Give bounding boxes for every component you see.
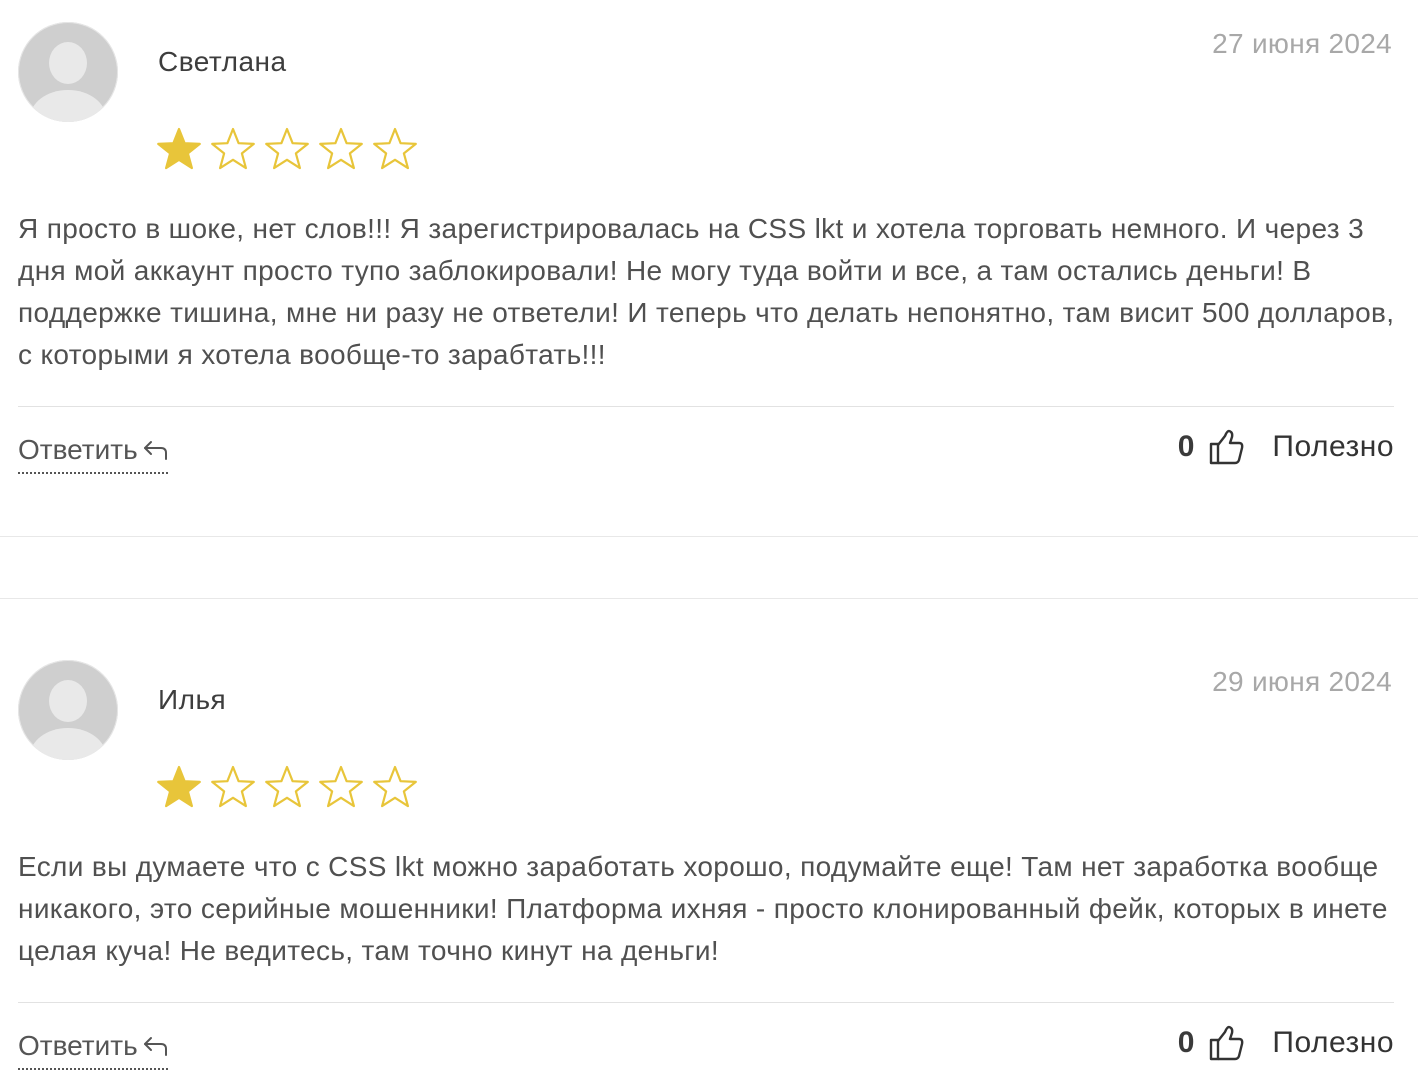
helpful-count: 0 (1177, 1026, 1195, 1059)
star-empty-icon (373, 127, 417, 170)
star-empty-icon (319, 765, 363, 808)
star-empty-icon (211, 127, 255, 170)
star-empty-icon (373, 765, 417, 808)
avatar (18, 22, 118, 122)
review-text: Если вы думаете что с CSS lkt можно зара… (18, 851, 1388, 966)
helpful-button[interactable]: Полезно (1272, 1026, 1394, 1060)
avatar-head (49, 42, 87, 84)
review-text: Я просто в шоке, нет слов!!! Я зарегистр… (18, 213, 1395, 370)
helpful-button[interactable]: Полезно (1272, 430, 1394, 464)
helpful-block: 0 Полезно (1178, 1024, 1394, 1062)
thumbs-up-icon[interactable] (1208, 428, 1244, 466)
avatar-body (30, 728, 106, 760)
avatar-head (49, 680, 87, 722)
divider (18, 406, 1394, 407)
star-empty-icon (265, 127, 309, 170)
review-author: Илья (158, 684, 227, 715)
reply-button[interactable]: Ответить (18, 434, 168, 474)
reply-arrow-icon (143, 1037, 167, 1056)
star-empty-icon (265, 765, 309, 808)
reviews-page: Светлана 27 июня 2024 Я просто в шоке, н… (0, 0, 1418, 1082)
star-filled-icon (157, 765, 201, 808)
star-empty-icon (319, 127, 363, 170)
star-filled-icon (157, 127, 201, 170)
star-rating (156, 126, 418, 172)
reply-label: Ответить (18, 434, 138, 465)
reply-button[interactable]: Ответить (18, 1030, 168, 1070)
section-separator (0, 598, 1418, 599)
helpful-block: 0 Полезно (1178, 428, 1394, 466)
star-empty-icon (211, 765, 255, 808)
reply-arrow-icon (143, 441, 167, 460)
review-date: 27 июня 2024 (1212, 28, 1392, 59)
review-author: Светлана (158, 46, 287, 77)
helpful-count: 0 (1177, 430, 1195, 463)
avatar (18, 660, 118, 760)
thumbs-up-icon[interactable] (1208, 1024, 1244, 1062)
review-date: 29 июня 2024 (1212, 666, 1392, 697)
avatar-body (30, 90, 106, 122)
section-separator (0, 536, 1418, 537)
divider (18, 1002, 1394, 1003)
star-rating (156, 764, 418, 810)
reply-label: Ответить (18, 1030, 138, 1061)
